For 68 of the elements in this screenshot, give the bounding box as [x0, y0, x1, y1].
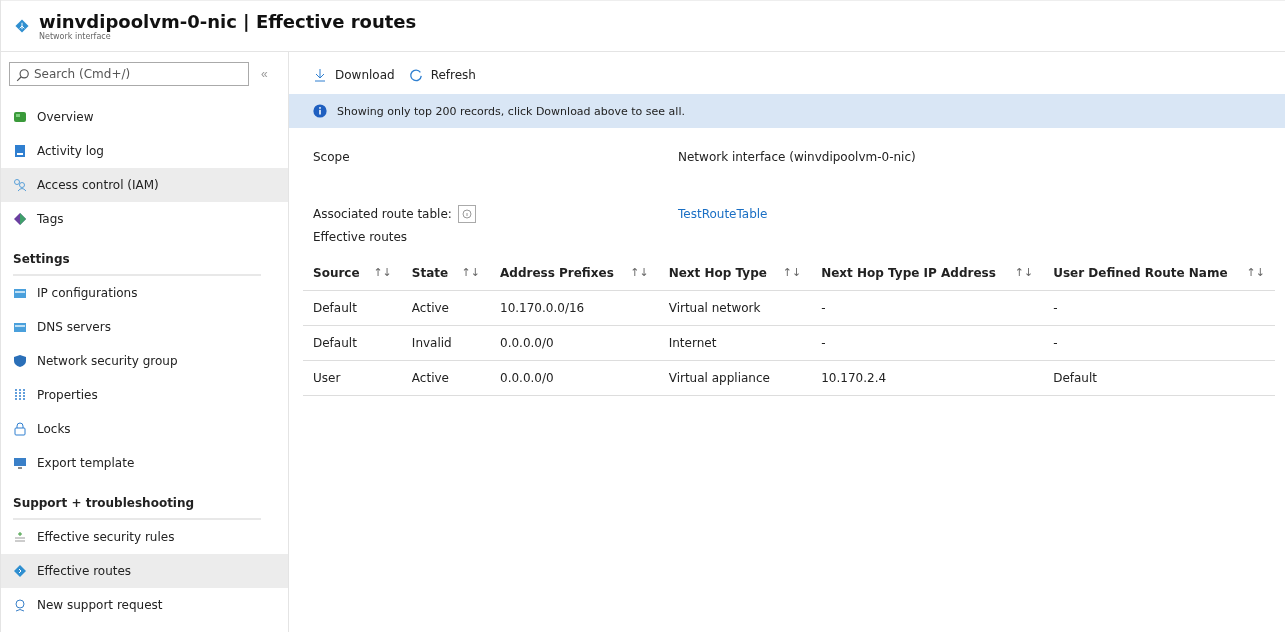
column-header[interactable]: State ↑↓ [401, 256, 490, 291]
sidebar-item[interactable]: Overview [1, 100, 288, 134]
refresh-button[interactable]: Refresh [408, 68, 476, 82]
download-button[interactable]: Download [313, 68, 395, 82]
route-table-link[interactable]: TestRouteTable [678, 206, 768, 221]
sidebar-item[interactable]: Effective security rules [1, 520, 288, 554]
table-cell: Default [303, 290, 402, 326]
column-header[interactable]: User Defined Route Name ↑↓ [1043, 256, 1275, 291]
table-cell: 10.170.2.4 [811, 360, 1044, 396]
sidebar-item[interactable]: Properties [1, 378, 288, 412]
info-button[interactable] [457, 204, 476, 223]
network-card-icon [13, 286, 27, 300]
sidebar-item[interactable]: DNS servers [1, 310, 288, 344]
sidebar-item[interactable]: Access control (IAM) [1, 168, 288, 202]
page-subtitle: Network interface [39, 32, 111, 41]
table-cell: Active [401, 290, 490, 326]
section-heading: Settings [13, 252, 261, 276]
table-cell: Default [1043, 360, 1275, 396]
table-cell: Active [401, 360, 490, 396]
info-icon [461, 208, 472, 219]
diamond-icon [15, 19, 29, 33]
search-field[interactable]: Search (Cmd+/) [9, 62, 249, 86]
table-cell: Virtual network [658, 290, 812, 326]
sidebar-item[interactable]: Activity log [1, 134, 288, 168]
refresh-icon [408, 68, 423, 82]
search-icon [16, 68, 30, 82]
diamond-icon [13, 564, 27, 578]
sidebar-item[interactable]: Effective routes [1, 554, 288, 588]
table-cell: - [1043, 290, 1275, 326]
table-cell: - [1043, 325, 1275, 361]
field-label: Scope [313, 149, 350, 164]
table-cell: - [811, 325, 1044, 361]
table-cell: User [303, 360, 402, 396]
download-icon [313, 68, 327, 82]
sidebar-item[interactable]: Locks [1, 412, 288, 446]
shield-icon [13, 354, 27, 368]
sidebar-item[interactable]: IP configurations [1, 276, 288, 310]
section-title: Effective routes [312, 230, 409, 244]
log-icon [13, 144, 27, 158]
people-icon [13, 178, 27, 192]
field-label: Associated route table: [313, 206, 452, 221]
table-cell: 0.0.0.0/0 [490, 360, 659, 396]
table-cell: Internet [658, 325, 812, 361]
tag-icon [13, 212, 27, 226]
table-cell: - [811, 290, 1044, 326]
sidebar-item[interactable]: Network security group [1, 344, 288, 378]
network-card-icon [13, 320, 27, 334]
table-cell: Invalid [401, 325, 490, 361]
column-header[interactable]: Source ↑↓ [303, 256, 402, 291]
column-header[interactable]: Next Hop Type IP Address ↑↓ [811, 256, 1044, 291]
sidebar-item[interactable]: Export template [1, 446, 288, 480]
column-header[interactable]: Next Hop Type ↑↓ [658, 256, 812, 291]
lock-icon [13, 422, 27, 436]
monitor-icon [13, 456, 27, 470]
table-cell: 0.0.0.0/0 [490, 325, 659, 361]
table-cell: Virtual appliance [658, 360, 812, 396]
banner-text: Showing only top 200 records, click Download above to see all. [337, 104, 685, 118]
sidebar-item[interactable]: New support request [1, 588, 288, 622]
column-header[interactable]: Address Prefixes ↑↓ [490, 256, 659, 291]
page-title: winvdipoolvm-0-nic | Effective routes [39, 11, 417, 32]
field-value: Network interface (winvdipoolvm-0-nic) [678, 149, 916, 164]
sidebar-item[interactable]: Tags [1, 202, 288, 236]
rules-icon [13, 530, 27, 544]
table-cell: 10.170.0.0/16 [490, 290, 659, 326]
info-icon [313, 104, 327, 118]
support-icon [13, 598, 27, 612]
table-cell: Default [303, 325, 402, 361]
section-heading: Support + troubleshooting [13, 496, 261, 520]
